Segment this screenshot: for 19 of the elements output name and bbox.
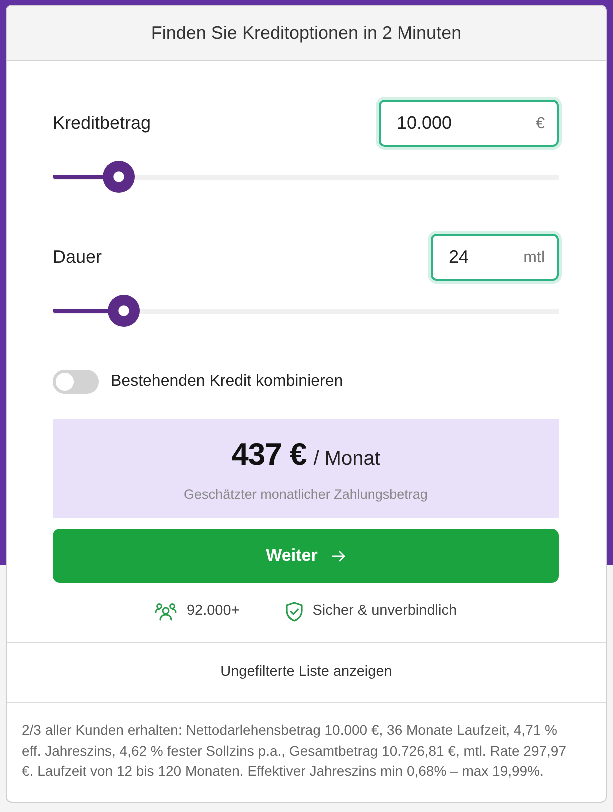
form-title: Finden Sie Kreditoptionen in 2 Minuten bbox=[151, 22, 462, 45]
disclaimer-text: 2/3 aller Kunden erhalten: Nettodarlehensbetrag 10.000 €, 36 Monate Laufzeit, 4,71 % eff. Jahreszins, 4,62 % fester Sollzins p.a., Gesamtbetrag 10.726,81 €, mtl. Rate 297,97 €. Laufzeit von 12 bis 120 Monaten. Effektiver Jahreszins min 0,68% – max 19,99%. bbox=[22, 721, 568, 781]
period-label: / Monat bbox=[314, 447, 380, 472]
toggle-switch[interactable] bbox=[53, 370, 99, 394]
trust-label: 92.000+ bbox=[186, 602, 240, 622]
people-icon bbox=[154, 603, 177, 621]
monthly-amount: 437 € bbox=[232, 436, 307, 474]
unfiltered-list-link[interactable]: Ungefilterte Liste anzeigen bbox=[220, 662, 392, 684]
field-label: Kreditbetrag bbox=[53, 112, 152, 135]
trust-label: Sicher & unverbindlich bbox=[312, 602, 458, 622]
slider-thumb[interactable] bbox=[108, 295, 140, 327]
toggle-label: Bestehenden Kredit kombinieren bbox=[111, 372, 344, 392]
shield-check-icon bbox=[286, 602, 303, 622]
slider-thumb[interactable] bbox=[102, 161, 135, 193]
field-label: Dauer bbox=[53, 246, 102, 269]
unit-label: mtl bbox=[524, 248, 545, 268]
arrow-icon bbox=[332, 550, 346, 562]
unit-label: € bbox=[536, 114, 545, 134]
estimate-caption: Geschätzter monatlicher Zahlungsbetrag bbox=[184, 486, 428, 504]
